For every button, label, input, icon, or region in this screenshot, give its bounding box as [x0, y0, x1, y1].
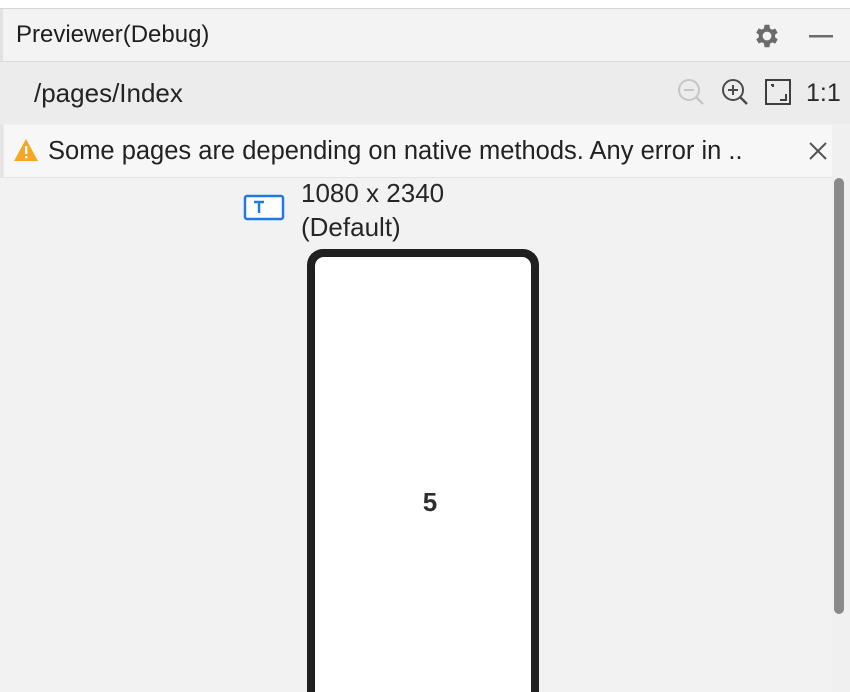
title-bar-left-rule	[0, 9, 3, 61]
native-methods-warning-banner: Some pages are depending on native metho…	[4, 125, 832, 177]
device-profile: (Default)	[301, 212, 401, 242]
screen-text: 5	[422, 487, 438, 517]
warning-icon	[13, 137, 39, 163]
minimize-icon[interactable]	[806, 21, 836, 51]
zoom-in-icon[interactable]	[720, 76, 750, 108]
page-path: /pages/Index	[34, 78, 183, 108]
vertical-scrollbar-thumb[interactable]	[834, 178, 844, 614]
previewer-window: Previewer(Debug) /pages/Index 1:1 Some p…	[0, 0, 850, 692]
warning-message: Some pages are depending on native metho…	[48, 137, 743, 165]
gear-icon[interactable]	[752, 21, 782, 51]
actual-size-button[interactable]: 1:1	[806, 78, 841, 108]
path-toolbar: /pages/Index 1:1	[0, 62, 850, 124]
window-top-edge	[0, 0, 850, 9]
device-resolution: 1080 x 2340	[301, 178, 445, 208]
fit-screen-icon[interactable]	[762, 76, 794, 108]
phone-frame: 5	[307, 249, 539, 692]
zoom-out-icon[interactable]	[676, 76, 706, 108]
title-bar: Previewer(Debug)	[0, 9, 850, 62]
window-title: Previewer(Debug)	[16, 21, 210, 48]
close-icon[interactable]	[804, 137, 832, 165]
text-device-icon	[243, 194, 285, 222]
phone-screen[interactable]: 5	[315, 257, 531, 692]
